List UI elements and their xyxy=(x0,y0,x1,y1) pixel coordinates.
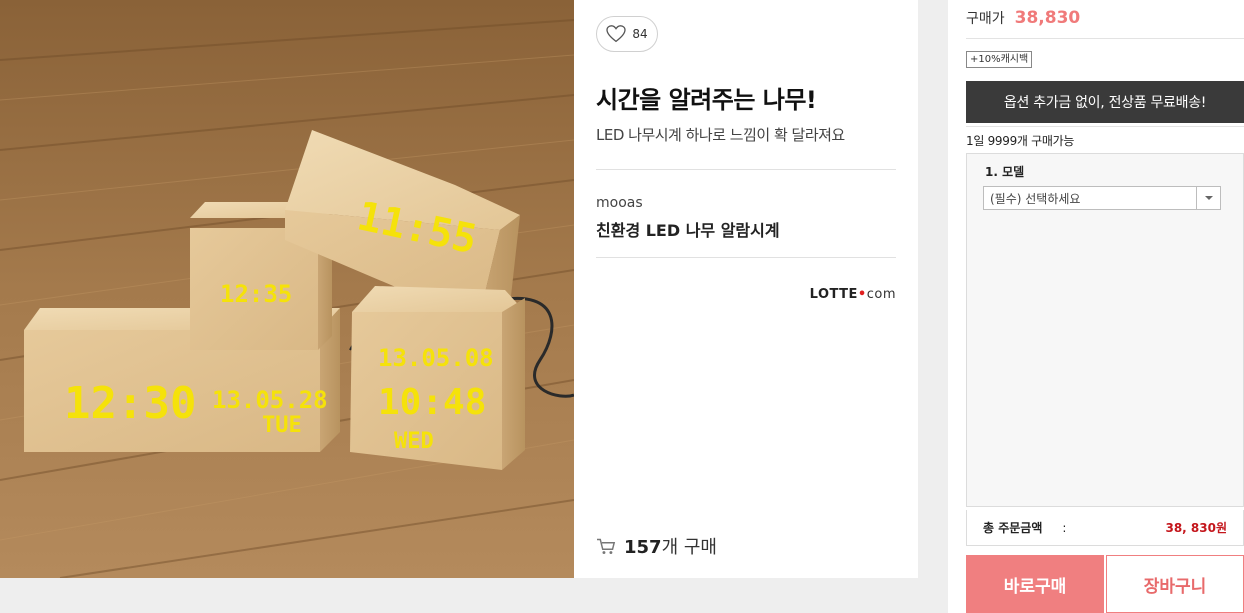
gutter xyxy=(918,0,948,613)
heart-icon xyxy=(606,25,627,43)
divider xyxy=(966,38,1244,39)
model-select-value: (필수) 선택하세요 xyxy=(990,191,1081,206)
purchase-limit: 1일 9999개 구매가능 xyxy=(966,134,1075,148)
add-to-cart-button[interactable]: 장바구니 xyxy=(1106,555,1244,613)
like-button[interactable]: 84 xyxy=(596,16,658,52)
total-label: 총 주문금액 xyxy=(983,521,1043,535)
product-page: 12:30 13.05.28 TUE 12:35 11:55 13.05.08 … xyxy=(0,0,1244,613)
option-label: 1. 모델 xyxy=(985,165,1025,179)
total-value: 38, 830원 xyxy=(1165,521,1227,535)
brand-name[interactable]: mooas xyxy=(596,195,643,211)
clock-right-time: 10:48 xyxy=(378,382,486,423)
seller-logo[interactable]: LOTTE•com xyxy=(810,287,896,302)
clock-right-day: WED xyxy=(394,429,434,454)
clock-big-day: TUE xyxy=(262,413,302,438)
model-select[interactable]: (필수) 선택하세요 xyxy=(983,186,1221,210)
purchase-unit: 개 구매 xyxy=(661,537,717,558)
product-info-panel: 84 시간을 알려주는 나무! LED 나무시계 하나로 느낌이 확 달라져요 … xyxy=(574,0,918,578)
buy-now-button[interactable]: 바로구매 xyxy=(966,555,1104,613)
product-headline: 시간을 알려주는 나무! xyxy=(596,86,817,114)
seller-logo-dot: • xyxy=(857,287,867,302)
product-name: 친환경 LED 나무 알람시계 xyxy=(596,221,780,240)
bottom-strip xyxy=(0,578,948,613)
price-label: 구매가 xyxy=(966,11,1005,27)
purchase-number: 157 xyxy=(624,537,662,558)
total-colon: : xyxy=(1062,520,1067,535)
seller-logo-part1: LOTTE xyxy=(809,287,858,302)
seller-logo-part2: com xyxy=(866,287,896,302)
clock-cube-time: 12:35 xyxy=(220,280,292,308)
clock-big-date: 13.05.28 xyxy=(212,386,328,414)
like-count: 84 xyxy=(632,27,648,41)
total-row: 총 주문금액 : 38, 830원 xyxy=(966,510,1244,546)
free-shipping-banner: 옵션 추가금 없이, 전상품 무료배송! xyxy=(966,81,1244,123)
product-subtitle: LED 나무시계 하나로 느낌이 확 달라져요 xyxy=(596,126,845,144)
cashback-badge: +10%캐시백 xyxy=(966,51,1033,68)
divider xyxy=(966,126,1244,127)
clock-big-time: 12:30 xyxy=(64,378,196,429)
product-image: 12:30 13.05.28 TUE 12:35 11:55 13.05.08 … xyxy=(0,0,574,578)
divider xyxy=(596,169,896,170)
order-panel: 구매가 38,830 +10%캐시백 옵션 추가금 없이, 전상품 무료배송! … xyxy=(948,0,1244,613)
price-value: 38,830 xyxy=(1014,8,1081,28)
option-box: 1. 모델 (필수) 선택하세요 xyxy=(966,153,1244,507)
purchase-count: 157개 구매 xyxy=(596,533,717,559)
clock-right-date: 13.05.08 xyxy=(378,344,494,372)
cart-icon xyxy=(597,538,616,555)
chevron-down-icon[interactable] xyxy=(1196,187,1220,209)
price-row: 구매가 38,830 xyxy=(966,8,1080,28)
divider xyxy=(596,257,896,258)
